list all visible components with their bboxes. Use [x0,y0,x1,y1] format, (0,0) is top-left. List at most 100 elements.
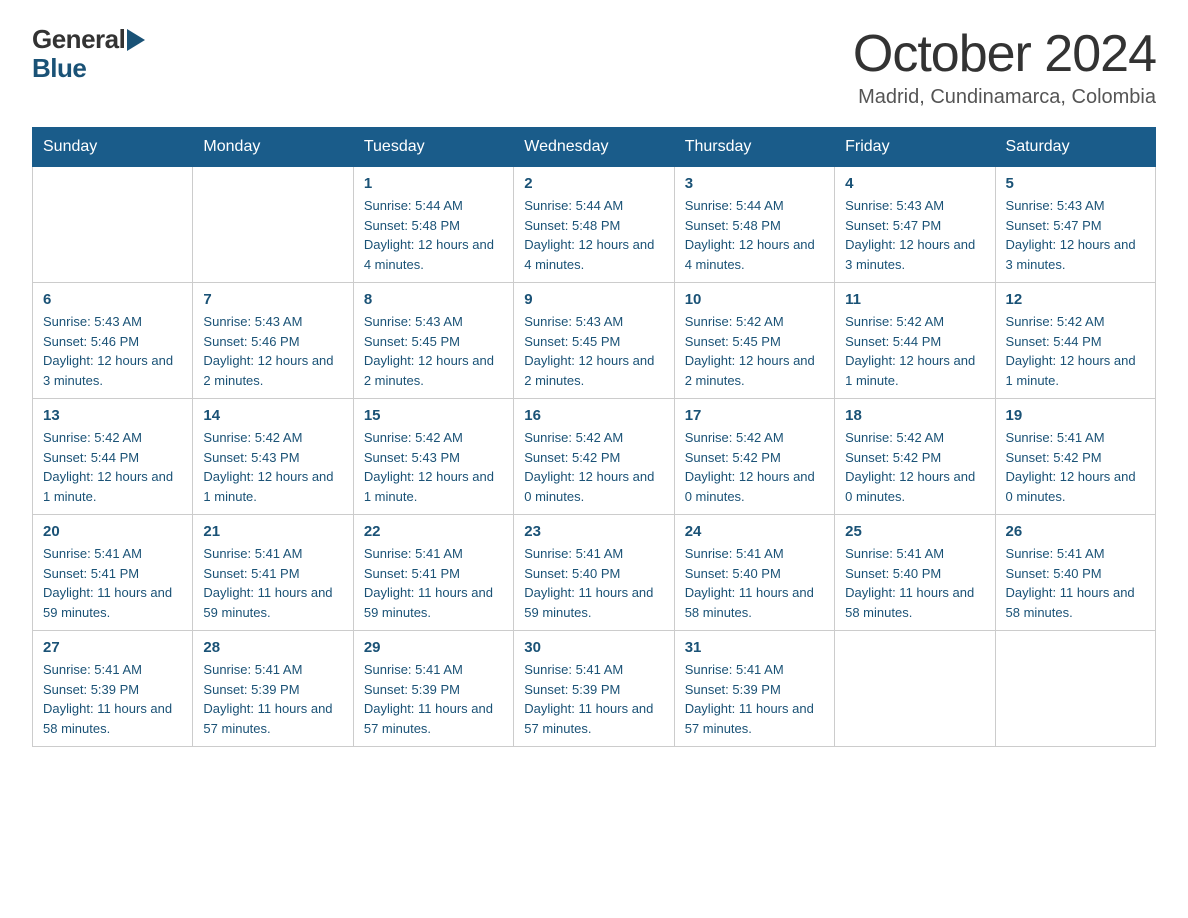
day-number: 13 [43,407,182,424]
sun-info: Sunrise: 5:42 AMSunset: 5:44 PMDaylight:… [43,428,182,506]
day-number: 12 [1006,291,1145,308]
day-number: 6 [43,291,182,308]
calendar-cell: 1Sunrise: 5:44 AMSunset: 5:48 PMDaylight… [353,167,513,283]
sun-info: Sunrise: 5:41 AMSunset: 5:40 PMDaylight:… [845,544,984,622]
day-number: 25 [845,523,984,540]
calendar-cell: 30Sunrise: 5:41 AMSunset: 5:39 PMDayligh… [514,631,674,747]
calendar-header-row: SundayMondayTuesdayWednesdayThursdayFrid… [33,128,1156,167]
day-number: 20 [43,523,182,540]
calendar-cell: 17 Sunrise: 5:42 AMSunset: 5:42 PMDayligh… [674,399,834,515]
calendar-cell: 10 Sunrise: 5:42 AMSunset: 5:45 PMDayligh… [674,283,834,399]
day-number: 10 [685,291,824,308]
sun-info: Sunrise: 5:41 AMSunset: 5:39 PMDaylight:… [685,660,824,738]
sun-info: Sunrise: 5:42 AMSunset: 5:42 PMDaylight:… [845,428,984,506]
day-number: 14 [203,407,342,424]
day-number: 26 [1006,523,1145,540]
day-number: 19 [1006,407,1145,424]
calendar-cell [995,631,1155,747]
calendar-cell [193,167,353,283]
calendar-cell: 8 Sunrise: 5:43 AMSunset: 5:45 PMDaylight… [353,283,513,399]
day-number: 2 [524,175,663,192]
day-number: 17 [685,407,824,424]
calendar-cell: 22 Sunrise: 5:41 AMSunset: 5:41 PMDayligh… [353,515,513,631]
day-number: 9 [524,291,663,308]
day-number: 21 [203,523,342,540]
month-title: October 2024 [853,24,1156,84]
calendar-cell: 14 Sunrise: 5:42 AMSunset: 5:43 PMDayligh… [193,399,353,515]
day-of-week-header: Friday [835,128,995,167]
logo-general-text: General [32,24,125,55]
day-number: 24 [685,523,824,540]
calendar-cell [33,167,193,283]
day-number: 30 [524,639,663,656]
sun-info: Sunrise: 5:41 AMSunset: 5:39 PMDaylight:… [203,660,342,738]
calendar-week-row: 13 Sunrise: 5:42 AMSunset: 5:44 PMDayligh… [33,399,1156,515]
day-number: 23 [524,523,663,540]
sun-info: Sunrise: 5:42 AMSunset: 5:45 PMDaylight:… [685,312,824,390]
calendar-week-row: 1Sunrise: 5:44 AMSunset: 5:48 PMDaylight… [33,167,1156,283]
day-number: 27 [43,639,182,656]
day-number: 22 [364,523,503,540]
calendar-cell: 21Sunrise: 5:41 AMSunset: 5:41 PMDayligh… [193,515,353,631]
calendar-cell: 2 Sunrise: 5:44 AMSunset: 5:48 PMDaylight… [514,167,674,283]
day-number: 29 [364,639,503,656]
sun-info: Sunrise: 5:41 AMSunset: 5:40 PMDaylight:… [685,544,824,622]
sun-info: Sunrise: 5:44 AMSunset: 5:48 PMDaylight:… [685,196,824,274]
sun-info: Sunrise: 5:41 AMSunset: 5:39 PMDaylight:… [43,660,182,738]
sun-info: Sunrise: 5:44 AMSunset: 5:48 PMDaylight:… [524,196,663,274]
sun-info: Sunrise: 5:43 AMSunset: 5:45 PMDaylight:… [524,312,663,390]
day-number: 31 [685,639,824,656]
calendar-cell: 11 Sunrise: 5:42 AMSunset: 5:44 PMDayligh… [835,283,995,399]
sun-info: Sunrise: 5:43 AMSunset: 5:46 PMDaylight:… [43,312,182,390]
page-header: General Blue October 2024 Madrid, Cundin… [32,24,1156,109]
sun-info: Sunrise: 5:42 AMSunset: 5:42 PMDaylight:… [524,428,663,506]
calendar-cell: 28 Sunrise: 5:41 AMSunset: 5:39 PMDayligh… [193,631,353,747]
title-section: October 2024 Madrid, Cundinamarca, Colom… [853,24,1156,109]
sun-info: Sunrise: 5:44 AMSunset: 5:48 PMDaylight:… [364,196,503,274]
day-number: 15 [364,407,503,424]
day-number: 4 [845,175,984,192]
calendar-cell: 12 Sunrise: 5:42 AMSunset: 5:44 PMDayligh… [995,283,1155,399]
day-of-week-header: Monday [193,128,353,167]
calendar-week-row: 27 Sunrise: 5:41 AMSunset: 5:39 PMDayligh… [33,631,1156,747]
day-number: 8 [364,291,503,308]
day-number: 7 [203,291,342,308]
calendar-cell: 25 Sunrise: 5:41 AMSunset: 5:40 PMDayligh… [835,515,995,631]
calendar-cell: 16 Sunrise: 5:42 AMSunset: 5:42 PMDayligh… [514,399,674,515]
calendar-cell [835,631,995,747]
sun-info: Sunrise: 5:42 AMSunset: 5:44 PMDaylight:… [845,312,984,390]
sun-info: Sunrise: 5:42 AMSunset: 5:43 PMDaylight:… [203,428,342,506]
calendar-cell: 5 Sunrise: 5:43 AMSunset: 5:47 PMDaylight… [995,167,1155,283]
calendar-cell: 31 Sunrise: 5:41 AMSunset: 5:39 PMDayligh… [674,631,834,747]
calendar-week-row: 6 Sunrise: 5:43 AMSunset: 5:46 PMDaylight… [33,283,1156,399]
calendar-cell: 9 Sunrise: 5:43 AMSunset: 5:45 PMDaylight… [514,283,674,399]
sun-info: Sunrise: 5:41 AMSunset: 5:42 PMDaylight:… [1006,428,1145,506]
calendar-cell: 18 Sunrise: 5:42 AMSunset: 5:42 PMDayligh… [835,399,995,515]
day-of-week-header: Wednesday [514,128,674,167]
calendar-cell: 3 Sunrise: 5:44 AMSunset: 5:48 PMDaylight… [674,167,834,283]
calendar-cell: 24 Sunrise: 5:41 AMSunset: 5:40 PMDayligh… [674,515,834,631]
sun-info: Sunrise: 5:42 AMSunset: 5:44 PMDaylight:… [1006,312,1145,390]
sun-info: Sunrise: 5:41 AMSunset: 5:41 PMDaylight:… [43,544,182,622]
sun-info: Sunrise: 5:41 AMSunset: 5:41 PMDaylight:… [364,544,503,622]
day-number: 5 [1006,175,1145,192]
day-number: 3 [685,175,824,192]
sun-info: Sunrise: 5:42 AMSunset: 5:43 PMDaylight:… [364,428,503,506]
calendar-cell: 6 Sunrise: 5:43 AMSunset: 5:46 PMDaylight… [33,283,193,399]
calendar-week-row: 20 Sunrise: 5:41 AMSunset: 5:41 PMDayligh… [33,515,1156,631]
day-number: 28 [203,639,342,656]
day-of-week-header: Tuesday [353,128,513,167]
day-number: 11 [845,291,984,308]
calendar-cell: 29Sunrise: 5:41 AMSunset: 5:39 PMDayligh… [353,631,513,747]
calendar-cell: 7Sunrise: 5:43 AMSunset: 5:46 PMDaylight… [193,283,353,399]
sun-info: Sunrise: 5:43 AMSunset: 5:47 PMDaylight:… [1006,196,1145,274]
day-number: 16 [524,407,663,424]
day-number: 18 [845,407,984,424]
calendar-cell: 13 Sunrise: 5:42 AMSunset: 5:44 PMDayligh… [33,399,193,515]
sun-info: Sunrise: 5:43 AMSunset: 5:45 PMDaylight:… [364,312,503,390]
calendar-cell: 19 Sunrise: 5:41 AMSunset: 5:42 PMDayligh… [995,399,1155,515]
logo: General Blue [32,24,145,84]
calendar-table: SundayMondayTuesdayWednesdayThursdayFrid… [32,127,1156,747]
sun-info: Sunrise: 5:42 AMSunset: 5:42 PMDaylight:… [685,428,824,506]
sun-info: Sunrise: 5:41 AMSunset: 5:40 PMDaylight:… [1006,544,1145,622]
